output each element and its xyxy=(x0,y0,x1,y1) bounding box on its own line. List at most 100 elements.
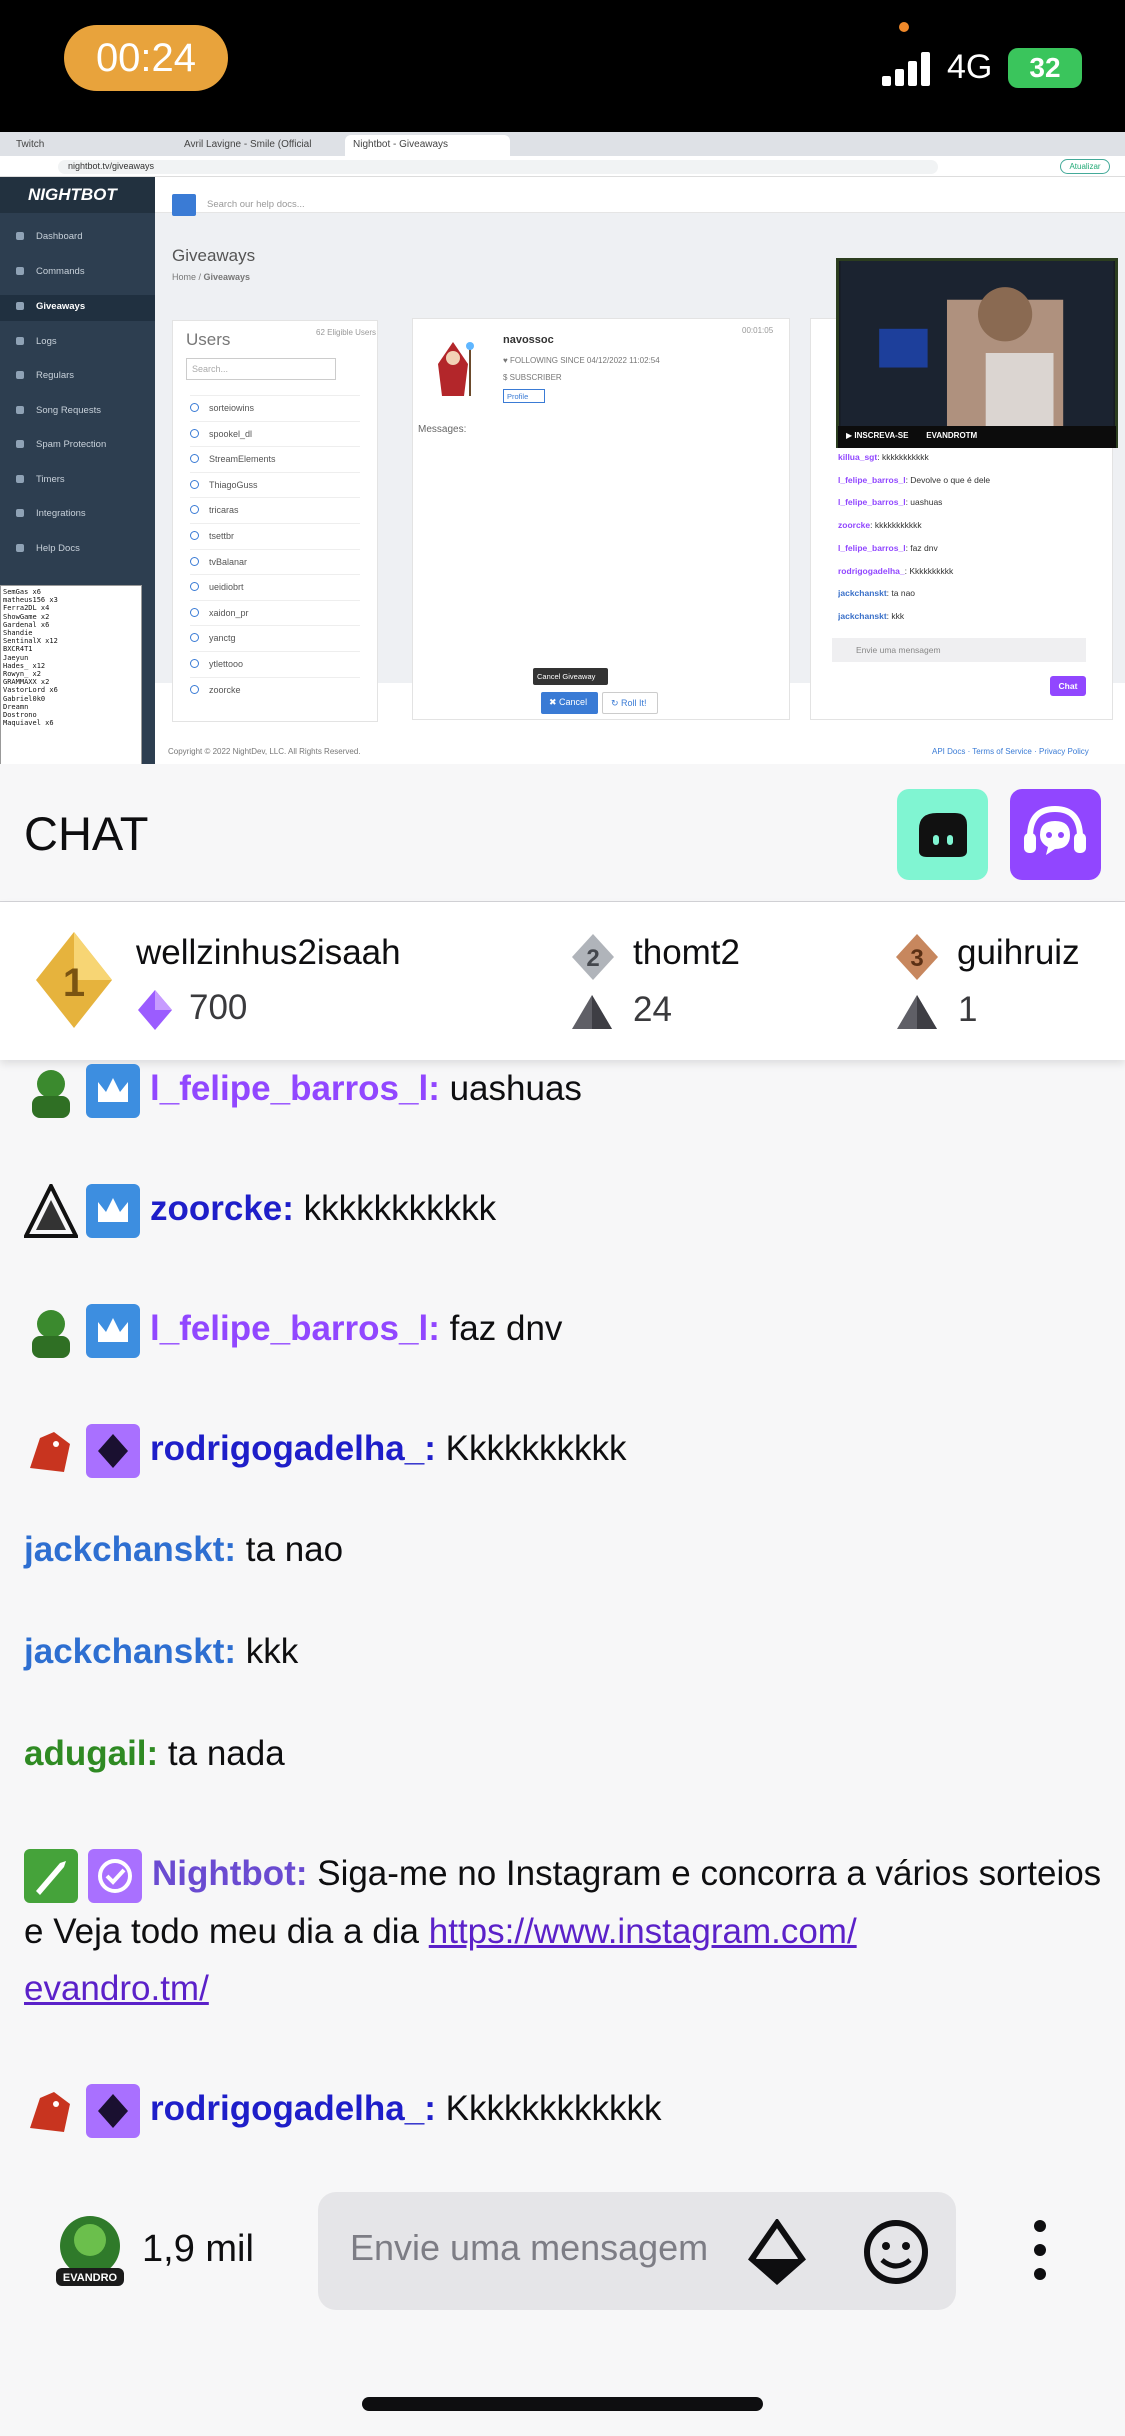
chat-input-placeholder[interactable]: Envie uma mensagem xyxy=(350,2227,708,2269)
console-line: matheus156 x3 xyxy=(3,596,58,605)
user-status-icon xyxy=(190,607,199,617)
nav-song-requests[interactable]: Song Requests xyxy=(0,399,155,425)
chat-message[interactable]: jackchanskt: ta nao xyxy=(24,1521,1104,1578)
update-button[interactable]: Atualizar xyxy=(1060,159,1110,174)
user-row[interactable]: ThiagoGuss xyxy=(190,471,360,497)
overlay-banner: ▶ INSCREVA-SE EVANDROTM xyxy=(838,426,1116,448)
grey-tier-icon xyxy=(897,995,937,1029)
tab-twitch[interactable]: Twitch xyxy=(8,135,173,156)
chat-message[interactable]: zoorcke: kkkkkkkkkkk xyxy=(24,1180,1104,1238)
help-search-input[interactable]: Search our help docs... xyxy=(207,199,305,210)
user-name: ytlettooo xyxy=(209,659,244,669)
silver-rank-icon: 2 xyxy=(572,934,614,980)
user-row[interactable]: ueidiobrt xyxy=(190,574,360,599)
user-row[interactable]: ytlettooo xyxy=(190,651,360,676)
chat-message[interactable]: l_felipe_barros_l: uashuas xyxy=(24,1060,1104,1118)
chat-username[interactable]: zoorcke: xyxy=(150,1189,294,1228)
chat-username[interactable]: l_felipe_barros_l: xyxy=(150,1309,440,1348)
emote-picker-icon[interactable] xyxy=(862,2218,930,2286)
tab-nightbot[interactable]: Nightbot - Giveaways xyxy=(345,135,510,156)
tab-avril[interactable]: Avril Lavigne - Smile (Official xyxy=(176,135,342,156)
chat-message[interactable]: rodrigogadelha_: Kkkkkkkkkk xyxy=(24,1420,1104,1478)
console-line: VastorLord x6 xyxy=(3,686,58,695)
streamlabs-extension-button[interactable] xyxy=(897,789,988,880)
user-row[interactable]: StreamElements xyxy=(190,446,360,471)
mini-chat-message: jackchanskt: kkk xyxy=(838,610,905,621)
viewer-count-avatar-icon[interactable]: EVANDRO xyxy=(48,2208,132,2292)
mini-chat-send-button[interactable]: Chat xyxy=(1050,676,1086,696)
profile-button[interactable]: Profile xyxy=(503,389,545,403)
nav-dashboard[interactable]: Dashboard xyxy=(0,225,155,251)
console-line: Rowyn_ x2 xyxy=(3,670,41,679)
chat-username[interactable]: adugail: xyxy=(24,1734,158,1773)
mini-chat-text: kkkkkkkkkkk xyxy=(874,520,922,531)
user-row[interactable]: zoorcke xyxy=(190,676,360,702)
console-line: Maquiavel x6 xyxy=(3,719,54,728)
user-row[interactable]: sorteiowins xyxy=(190,395,360,420)
chat-message[interactable]: jackchanskt: kkk xyxy=(24,1623,1104,1680)
menu-toggle-button[interactable] xyxy=(172,194,196,216)
webcam-overlay xyxy=(836,258,1118,448)
viewer-count[interactable]: 1,9 mil xyxy=(142,2228,254,2271)
bttv-extension-button[interactable] xyxy=(1010,789,1101,880)
nightbot-logo[interactable]: NIGHTBOT xyxy=(0,177,155,213)
url-bar[interactable]: nightbot.tv/giveaways xyxy=(58,160,938,174)
nav-giveaways[interactable]: Giveaways xyxy=(0,295,155,321)
nav-commands[interactable]: Commands xyxy=(0,260,155,286)
user-status-icon xyxy=(190,556,199,566)
user-row[interactable]: yanctg xyxy=(190,625,360,650)
chat-username[interactable]: jackchanskt: xyxy=(24,1530,236,1569)
chat-username[interactable]: Nightbot: xyxy=(152,1854,307,1893)
footer-links[interactable]: API Docs · Terms of Service · Privacy Po… xyxy=(932,747,1089,756)
user-name: ueidiobrt xyxy=(209,582,244,593)
users-search-input[interactable]: Search... xyxy=(186,358,336,380)
chat-username[interactable]: l_felipe_barros_l: xyxy=(150,1069,440,1108)
user-row[interactable]: xaidon_pr xyxy=(190,599,360,625)
user-row[interactable]: tsettbr xyxy=(190,523,360,548)
plug-icon xyxy=(16,509,24,517)
clock-icon xyxy=(16,475,24,483)
mini-chat-text: kkk xyxy=(891,610,905,621)
user-row[interactable]: tricaras xyxy=(190,497,360,522)
mini-chat-text: kkkkkkkkkkk xyxy=(881,452,929,462)
nav-integrations[interactable]: Integrations xyxy=(0,502,155,528)
user-row[interactable]: spookel_dl xyxy=(190,420,360,446)
mini-chat-input[interactable]: Envie uma mensagem xyxy=(832,638,1086,662)
mini-chat-text: Kkkkkkkkkk xyxy=(909,565,954,576)
home-indicator[interactable] xyxy=(362,2397,763,2411)
user-name: tsettbr xyxy=(209,531,235,541)
mini-chat-message: jackchanskt: ta nao xyxy=(838,588,916,599)
user-status-icon xyxy=(190,633,199,643)
help-icon xyxy=(16,544,24,552)
chat-message[interactable]: adugail: ta nada xyxy=(24,1725,1104,1782)
hulk-avatar-icon xyxy=(32,1069,70,1118)
cancel-giveaway-button[interactable]: ✖ Cancel xyxy=(541,692,598,714)
chat-message[interactable]: l_felipe_barros_l: faz dnv xyxy=(24,1300,1104,1358)
instagram-link-continued[interactable]: evandro.tm/ xyxy=(24,1969,209,2008)
nav-timers[interactable]: Timers xyxy=(0,468,155,494)
chat-text: ta nada xyxy=(167,1734,285,1773)
user-name: spookel_dl xyxy=(209,428,253,439)
gem-badge-icon xyxy=(86,2083,140,2138)
breadcrumb-home[interactable]: Home xyxy=(172,272,196,282)
chat-text: uashuas xyxy=(449,1069,582,1108)
more-options-icon[interactable] xyxy=(1030,2218,1050,2282)
nav-regulars[interactable]: Regulars xyxy=(0,364,155,390)
roll-button[interactable]: ↻ Roll It! xyxy=(602,692,658,714)
crown-badge-icon xyxy=(86,1303,140,1358)
chat-message-nightbot[interactable]: Nightbot: Siga-me no Instagram e concorr… xyxy=(24,1845,1104,2017)
music-icon xyxy=(16,406,24,414)
nav-spam-protection[interactable]: Spam Protection xyxy=(0,433,155,459)
instagram-link[interactable]: https://www.instagram.com/ xyxy=(429,1912,857,1951)
chat-username[interactable]: rodrigogadelha_: xyxy=(150,1429,436,1468)
nav-help-docs[interactable]: Help Docs xyxy=(0,537,155,563)
nav-logs[interactable]: Logs xyxy=(0,330,155,356)
leader-3-score: 1 xyxy=(958,990,978,1029)
winner-subscriber: $ SUBSCRIBER xyxy=(503,373,562,382)
chat-message[interactable]: rodrigogadelha_: Kkkkkkkkkkkk xyxy=(24,2080,1104,2138)
chat-username[interactable]: jackchanskt: xyxy=(24,1632,236,1671)
chat-username[interactable]: rodrigogadelha_: xyxy=(150,2089,436,2128)
leaderboard[interactable] xyxy=(0,902,1125,1060)
bits-icon[interactable] xyxy=(748,2219,806,2285)
user-row[interactable]: tvBalanar xyxy=(190,548,360,574)
